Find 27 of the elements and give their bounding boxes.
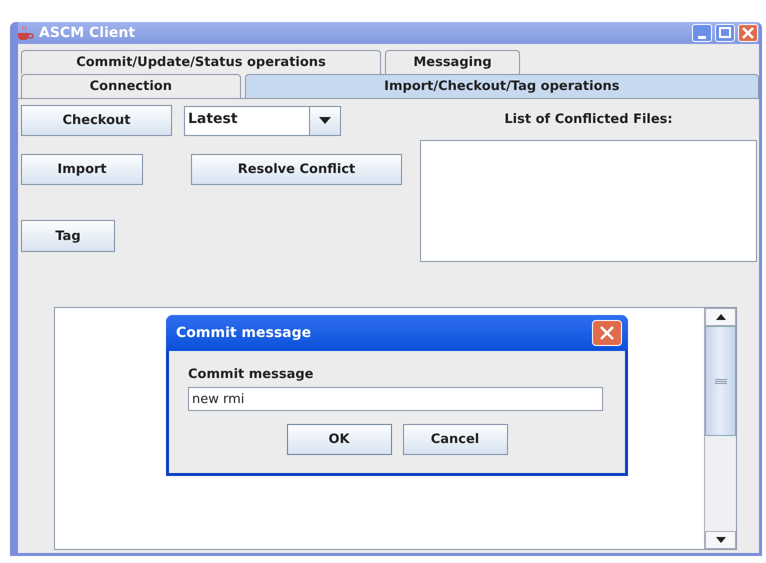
- cancel-button[interactable]: Cancel: [402, 424, 508, 455]
- field-label: Commit message: [188, 367, 314, 382]
- checkout-button[interactable]: Checkout: [21, 105, 172, 136]
- dialog-title: Commit message: [176, 325, 312, 341]
- conflicted-files-label: List of Conflicted Files:: [504, 112, 673, 127]
- window-title: ASCM Client: [39, 25, 136, 41]
- cup-icon: [18, 25, 34, 41]
- scroll-down-icon[interactable]: [705, 531, 736, 549]
- scroll-up-icon[interactable]: [705, 308, 736, 326]
- text-area[interactable]: Commit message Commit message new rmi OK Cancel: [54, 307, 737, 550]
- resolve-conflict-button[interactable]: Resolve Conflict: [191, 154, 402, 185]
- close-icon[interactable]: [592, 320, 622, 346]
- tab[interactable]: Messaging: [385, 50, 520, 74]
- tab[interactable]: Connection: [21, 74, 241, 98]
- dropdown-arrow-icon: [319, 117, 331, 124]
- minimize-icon[interactable]: [692, 24, 712, 42]
- tag-button[interactable]: Tag: [21, 220, 115, 252]
- ok-button[interactable]: OK: [286, 424, 392, 455]
- commit-message-field[interactable]: new rmi: [188, 387, 603, 411]
- conflicted-files-list[interactable]: [420, 140, 757, 262]
- import-button[interactable]: Import: [21, 154, 143, 185]
- maximize-icon[interactable]: [715, 24, 735, 42]
- version-dropdown[interactable]: Latest: [184, 106, 341, 136]
- close-icon[interactable]: [738, 24, 758, 42]
- tab[interactable]: Commit/Update/Status operations: [21, 50, 381, 74]
- tab[interactable]: Import/Checkout/Tag operations: [244, 74, 759, 98]
- scroll-thumb[interactable]: [705, 326, 736, 436]
